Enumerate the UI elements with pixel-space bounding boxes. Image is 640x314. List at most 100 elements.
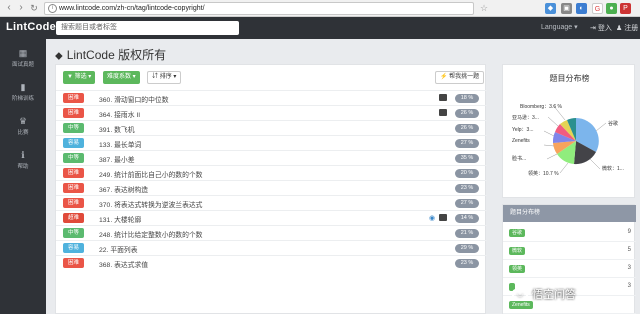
- company-tag[interactable]: 微软: [509, 247, 526, 255]
- eye-icon: ◉: [429, 215, 436, 222]
- url-bar[interactable]: i www.lintcode.com/zh-cn/tag/lintcode-co…: [44, 2, 474, 15]
- cube-icon: ▦: [18, 48, 28, 58]
- problem-row[interactable]: 困难 360. 滑动窗口的中位数 18 %: [56, 90, 487, 105]
- bar-chart-icon: ▮: [20, 82, 26, 92]
- problem-row[interactable]: 中等 387. 最小差 35 %: [56, 150, 487, 165]
- problem-title-link[interactable]: 391. 数飞机: [99, 124, 135, 134]
- company-tag[interactable]: 谷歌: [509, 229, 526, 237]
- company-item[interactable]: 谷歌 9: [503, 224, 636, 242]
- problem-title-link[interactable]: 22. 平面列表: [99, 244, 138, 254]
- problem-title-link[interactable]: 370. 将表达式转换为逆波兰表达式: [99, 199, 202, 209]
- problem-title-link[interactable]: 248. 统计比给定整数小的数的个数: [99, 229, 202, 239]
- acceptance-rate-badge: 18 %: [455, 94, 479, 103]
- acceptance-rate-badge: 20 %: [455, 169, 479, 178]
- problem-title-link[interactable]: 387. 最小差: [99, 154, 135, 164]
- problem-row[interactable]: 中等 391. 数飞机 26 %: [56, 120, 487, 135]
- chart-label: 领英：10.7 %: [528, 171, 559, 177]
- problem-title-link[interactable]: 133. 最长单词: [99, 139, 141, 149]
- chart-label: 谷歌: [608, 121, 619, 127]
- login-link[interactable]: ⇥ 登入: [590, 23, 612, 33]
- company-count: 5: [627, 247, 631, 253]
- company-list-header: 题目分布榜: [503, 205, 636, 222]
- extension-icon[interactable]: G: [592, 3, 603, 14]
- sort-icon: ⇵: [152, 74, 159, 80]
- difficulty-badge: 困难: [63, 168, 84, 178]
- problem-title-link[interactable]: 131. 大楼轮廓: [99, 214, 141, 224]
- problem-row[interactable]: 中等 248. 统计比给定整数小的数的个数 21 %: [56, 225, 487, 240]
- reload-icon[interactable]: ↻: [28, 2, 40, 14]
- acceptance-rate-badge: 26 %: [455, 109, 479, 118]
- company-count: 3: [627, 265, 631, 271]
- acceptance-rate-badge: 26 %: [455, 124, 479, 133]
- star-icon[interactable]: ☆: [478, 2, 490, 14]
- filter-button[interactable]: ▼ 筛选 ▾: [63, 71, 96, 84]
- sidebar-item-help[interactable]: ℹ 帮助: [0, 150, 46, 170]
- company-item[interactable]: 微软 5: [503, 242, 636, 260]
- extension-icon[interactable]: ◐: [576, 3, 587, 14]
- sidebar-item-ladder[interactable]: ▮ 阶梯训练: [0, 82, 46, 102]
- extension-icon[interactable]: ▣: [561, 3, 572, 14]
- sidebar: ▦ 面试真题 ▮ 阶梯训练 ♛ 比赛 ℹ 帮助: [0, 39, 46, 314]
- problem-title-link[interactable]: 364. 接雨水 II: [99, 109, 140, 119]
- user-icon: ♟: [616, 25, 623, 32]
- chart-label: Zenefits: [512, 138, 530, 144]
- acceptance-rate-badge: 35 %: [455, 154, 479, 163]
- company-count: 9: [627, 229, 631, 235]
- forward-icon[interactable]: ›: [15, 2, 27, 14]
- problem-row[interactable]: 困难 249. 统计前面比自己小的数的个数 20 %: [56, 165, 487, 180]
- difficulty-button[interactable]: 难度系数 ▾: [103, 71, 140, 84]
- problem-list-panel: ▼ 筛选 ▾ 难度系数 ▾ ⇵ 排序 ▾ ⚡ 帮我挑一题 困难 360. 滑动窗口…: [55, 64, 487, 314]
- chart-label: 亚马逊：3...: [512, 115, 539, 121]
- problem-title-link[interactable]: 360. 滑动窗口的中位数: [99, 94, 169, 104]
- difficulty-badge: 中等: [63, 228, 84, 238]
- random-problem-button[interactable]: ⚡ 帮我挑一题: [435, 71, 485, 84]
- problem-row[interactable]: 困难 367. 表达树构造 23 %: [56, 180, 487, 195]
- info-icon[interactable]: i: [48, 4, 57, 13]
- trophy-icon: ♛: [18, 116, 28, 126]
- problem-row[interactable]: 容易 22. 平面列表 29 %: [56, 240, 487, 255]
- sort-button[interactable]: ⇵ 排序 ▾: [147, 71, 182, 84]
- back-icon[interactable]: ‹: [3, 2, 15, 14]
- watermark: ◡ 悟空问答: [512, 286, 630, 304]
- acceptance-rate-badge: 14 %: [455, 214, 479, 223]
- tag-icon: ⬥: [55, 50, 63, 62]
- difficulty-badge: 中等: [63, 123, 84, 133]
- company-tag[interactable]: 领英: [509, 265, 526, 273]
- problem-row[interactable]: 困难 364. 接雨水 II 26 %: [56, 105, 487, 120]
- url-text: www.lintcode.com/zh-cn/tag/lintcode-copy…: [59, 5, 205, 12]
- site-logo[interactable]: LintCode: [6, 21, 56, 33]
- briefcase-icon: [439, 94, 447, 101]
- difficulty-badge: 超难: [63, 213, 84, 223]
- problem-row[interactable]: 超难 131. 大楼轮廓 ◉ 14 %: [56, 210, 487, 225]
- extension-icon[interactable]: ◆: [545, 3, 556, 14]
- browser-toolbar: ‹ › ↻ i www.lintcode.com/zh-cn/tag/lintc…: [0, 0, 640, 17]
- page-title: ⬥ LintCode 版权所有: [55, 48, 167, 62]
- register-link[interactable]: ♟ 注册: [616, 23, 638, 33]
- language-dropdown[interactable]: Language ▾: [541, 23, 578, 31]
- problem-title-link[interactable]: 367. 表达树构造: [99, 184, 148, 194]
- extension-icon[interactable]: ●: [606, 3, 617, 14]
- sidebar-item-interview[interactable]: ▦ 面试真题: [0, 48, 46, 68]
- watermark-logo-icon: ◡: [512, 289, 528, 302]
- company-item[interactable]: 领英 3: [503, 260, 636, 278]
- extension-icon[interactable]: P: [620, 3, 631, 14]
- problem-title-link[interactable]: 368. 表达式求值: [99, 259, 148, 269]
- problem-row[interactable]: 容易 133. 最长单词 27 %: [56, 135, 487, 150]
- acceptance-rate-badge: 23 %: [455, 184, 479, 193]
- search-input[interactable]: 搜索题目或者标签: [56, 21, 239, 35]
- acceptance-rate-badge: 29 %: [455, 244, 479, 253]
- problem-row[interactable]: 困难 370. 将表达式转换为逆波兰表达式 27 %: [56, 195, 487, 210]
- bolt-icon: ⚡: [440, 74, 448, 80]
- acceptance-rate-badge: 21 %: [455, 229, 479, 238]
- acceptance-rate-badge: 27 %: [455, 199, 479, 208]
- difficulty-badge: 容易: [63, 243, 84, 253]
- chart-label: Yelp：3...: [512, 127, 534, 133]
- company-chart-card: 题目分布榜 Bloomberg：3.6 % 亚马逊：3... Yelp：3...…: [502, 64, 635, 198]
- acceptance-rate-badge: 23 %: [455, 259, 479, 268]
- sidebar-item-contest[interactable]: ♛ 比赛: [0, 116, 46, 136]
- difficulty-badge: 困难: [63, 93, 84, 103]
- problem-title-link[interactable]: 249. 统计前面比自己小的数的个数: [99, 169, 202, 179]
- problem-row[interactable]: 困难 368. 表达式求值 23 %: [56, 255, 487, 270]
- difficulty-badge: 困难: [63, 198, 84, 208]
- difficulty-badge: 困难: [63, 108, 84, 118]
